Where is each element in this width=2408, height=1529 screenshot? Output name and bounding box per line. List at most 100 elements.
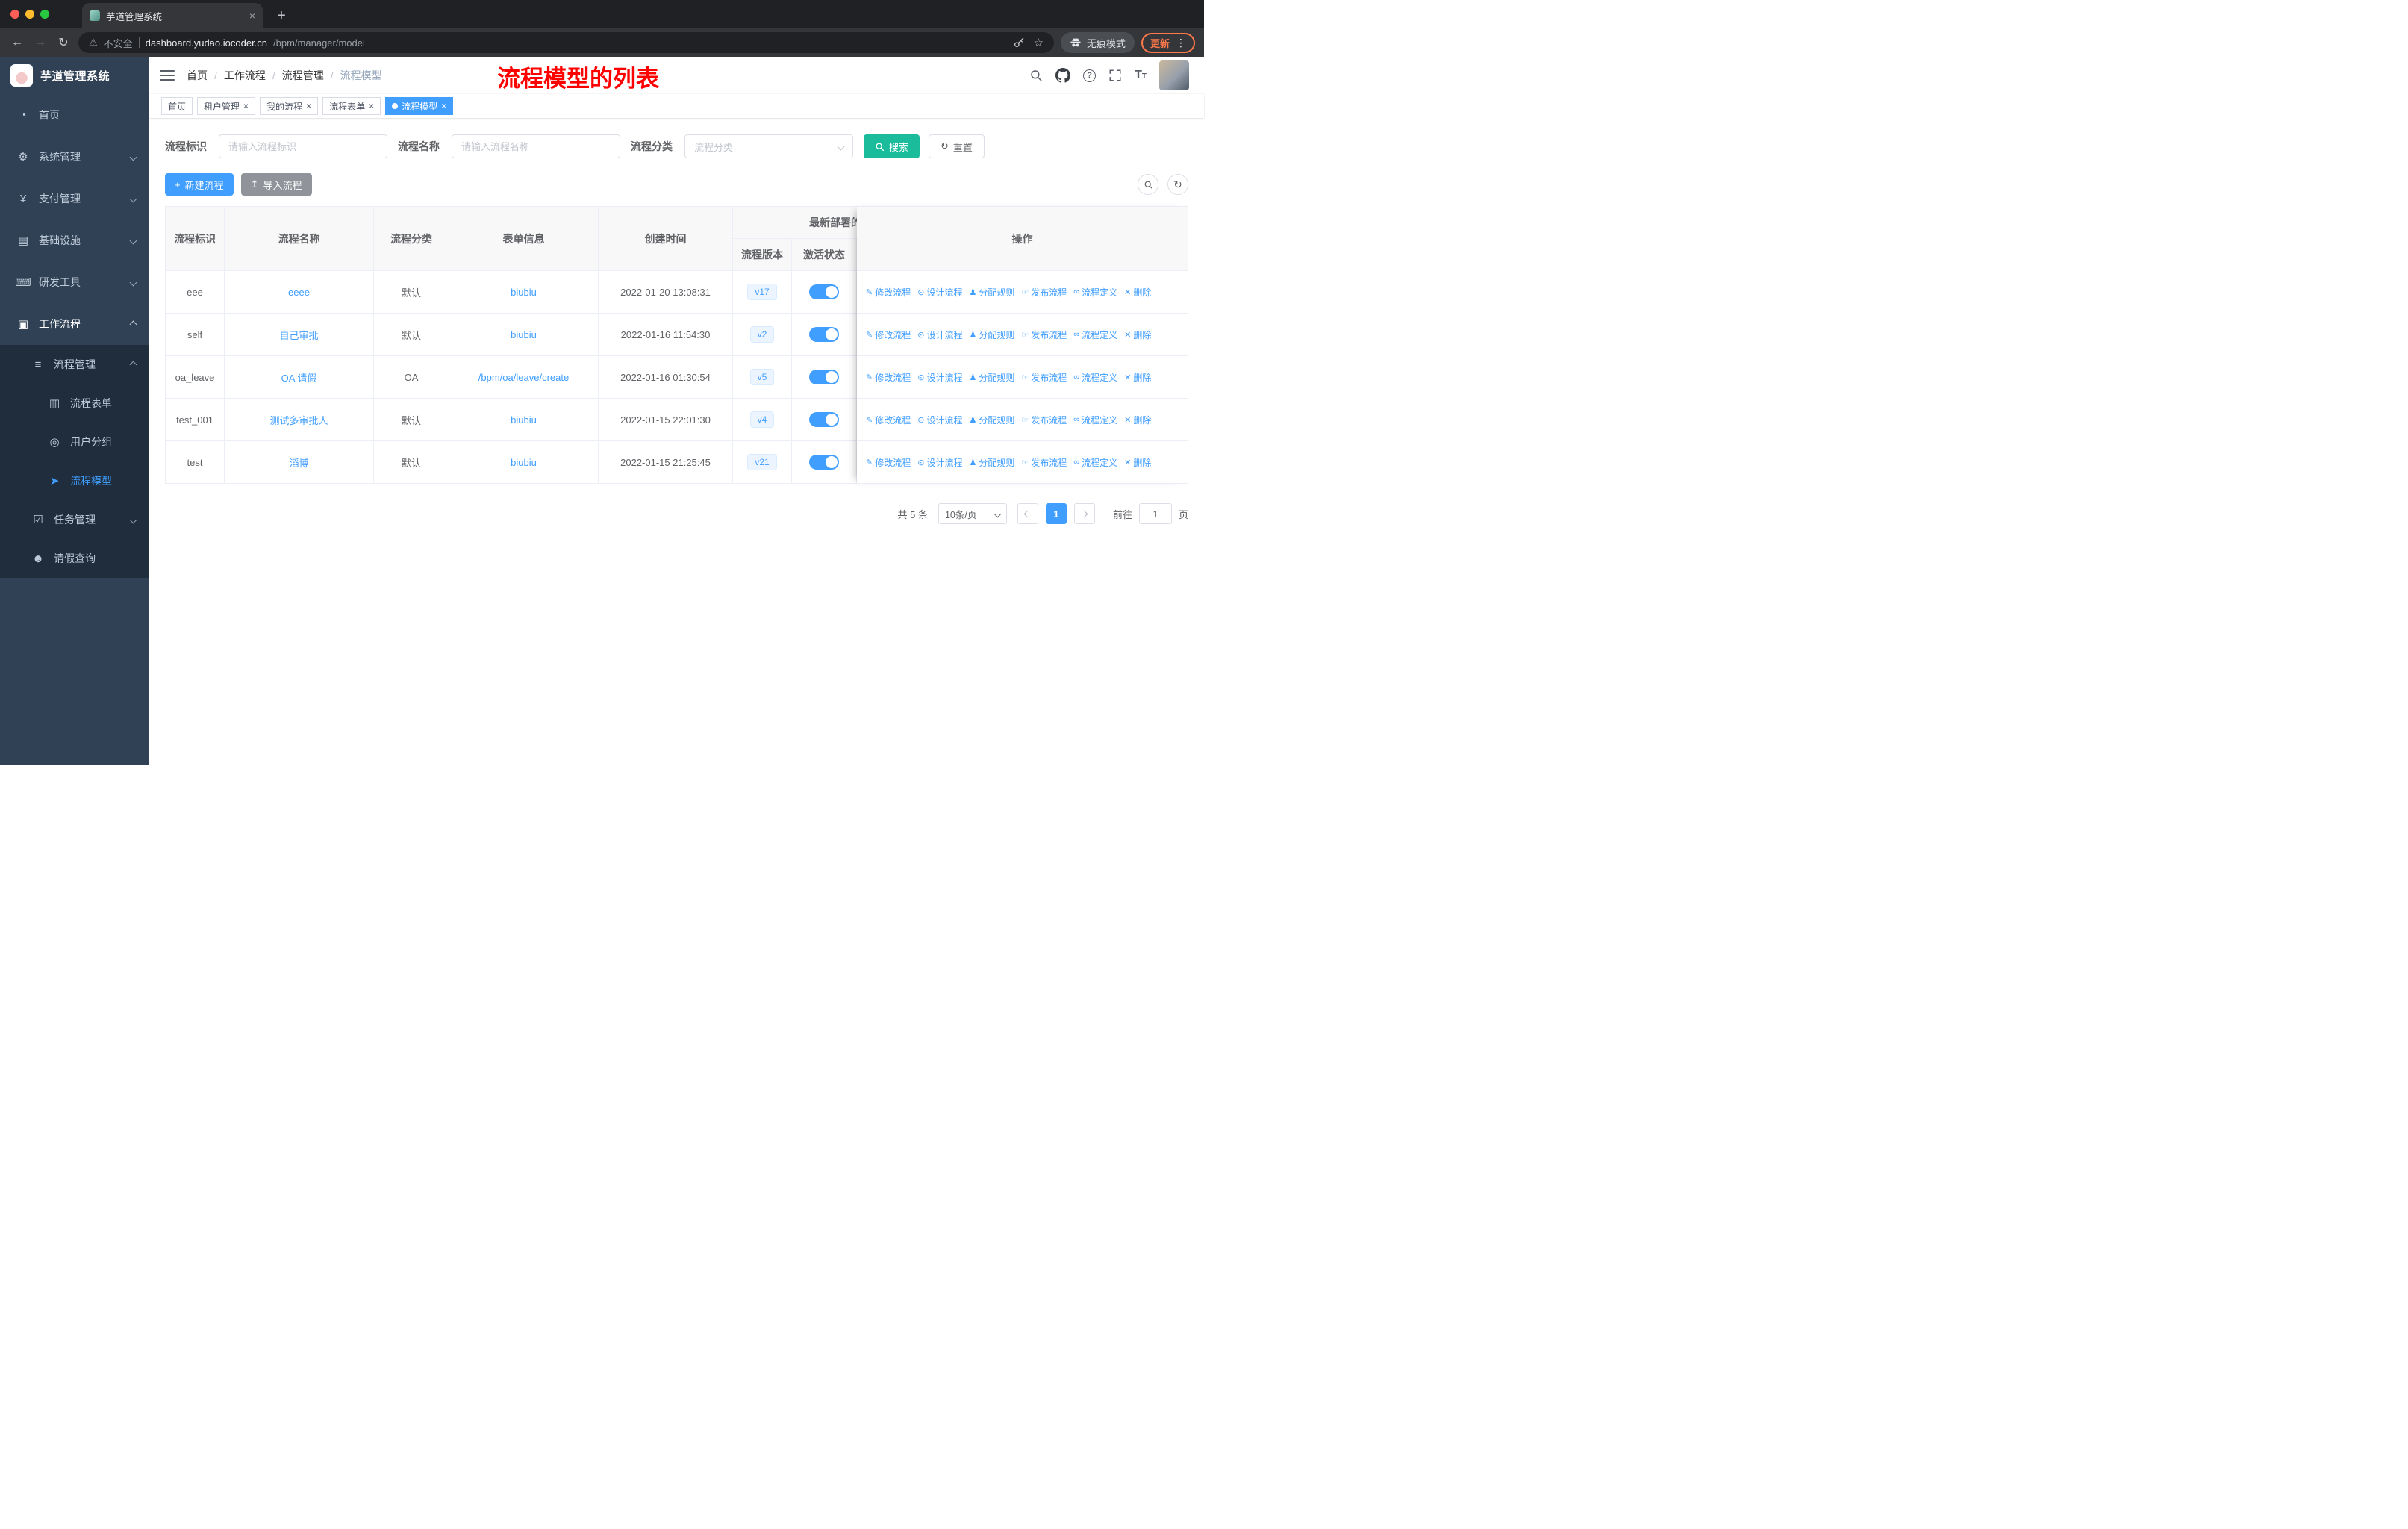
edit-process-link[interactable]: ✎ 修改流程	[866, 286, 911, 299]
process-definition-link[interactable]: ∞ 流程定义	[1073, 286, 1117, 299]
breadcrumb-item-1[interactable]: 工作流程	[224, 68, 266, 83]
sidebar-item-9[interactable]: ➤ 流程模型	[0, 461, 149, 500]
browser-menu-icon[interactable]: ⋮	[1176, 37, 1186, 49]
help-icon[interactable]: ?	[1083, 69, 1097, 82]
address-bar[interactable]: ⚠ 不安全 dashboard.yudao.iocoder.cn/bpm/man…	[78, 32, 1054, 53]
sidebar-item-3[interactable]: ▤ 基础设施	[0, 219, 149, 261]
page-1-button[interactable]: 1	[1045, 503, 1067, 524]
form-link[interactable]: biubiu	[511, 329, 537, 340]
delete-process-link[interactable]: ✕ 删除	[1124, 414, 1151, 426]
breadcrumb-item-0[interactable]: 首页	[187, 68, 208, 83]
forward-icon[interactable]: →	[32, 36, 49, 49]
process-name-link[interactable]: eeee	[288, 287, 310, 298]
key-icon[interactable]	[1013, 37, 1025, 49]
process-definition-link[interactable]: ∞ 流程定义	[1073, 456, 1117, 469]
next-page-button[interactable]	[1073, 503, 1095, 524]
assign-rule-link[interactable]: ♟ 分配规则	[969, 371, 1014, 384]
search-button[interactable]: 搜索	[864, 134, 920, 158]
delete-process-link[interactable]: ✕ 删除	[1124, 286, 1151, 299]
sidebar-item-8[interactable]: ◎ 用户分组	[0, 423, 149, 461]
edit-process-link[interactable]: ✎ 修改流程	[866, 371, 911, 384]
collapse-sidebar-icon[interactable]	[160, 70, 175, 81]
toggle-search-button[interactable]	[1138, 174, 1158, 195]
process-name-link[interactable]: OA 请假	[281, 373, 317, 384]
process-name-link[interactable]: 测试多审批人	[269, 415, 328, 426]
user-avatar[interactable]	[1159, 60, 1189, 90]
sidebar-item-4[interactable]: ⌨ 研发工具	[0, 261, 149, 303]
sidebar-item-11[interactable]: ☻ 请假查询	[0, 539, 149, 578]
design-process-link[interactable]: ⊙ 设计流程	[917, 414, 962, 426]
form-link[interactable]: biubiu	[511, 457, 537, 468]
assign-rule-link[interactable]: ♟ 分配规则	[969, 414, 1014, 426]
close-icon[interactable]: ×	[441, 101, 446, 111]
fullscreen-icon[interactable]	[1108, 69, 1122, 82]
publish-process-link[interactable]: ☞ 发布流程	[1021, 456, 1067, 469]
bookmark-star-icon[interactable]: ☆	[1034, 36, 1044, 49]
edit-process-link[interactable]: ✎ 修改流程	[866, 328, 911, 341]
process-id-input[interactable]	[219, 134, 387, 158]
goto-page-input[interactable]	[1138, 503, 1172, 524]
search-icon[interactable]	[1029, 69, 1043, 82]
tagsview-tag-1[interactable]: 租户管理 ×	[197, 97, 256, 115]
delete-process-link[interactable]: ✕ 删除	[1124, 456, 1151, 469]
form-link[interactable]: /bpm/oa/leave/create	[478, 372, 569, 383]
activation-toggle[interactable]	[809, 284, 839, 299]
close-icon[interactable]: ×	[306, 101, 311, 111]
publish-process-link[interactable]: ☞ 发布流程	[1021, 328, 1067, 341]
import-process-button[interactable]: ↥ 导入流程	[240, 173, 312, 196]
github-icon[interactable]	[1055, 68, 1071, 83]
new-tab-button[interactable]: +	[272, 7, 291, 25]
assign-rule-link[interactable]: ♟ 分配规则	[969, 286, 1014, 299]
refresh-table-button[interactable]: ↻	[1167, 174, 1188, 195]
breadcrumb-item-2[interactable]: 流程管理	[282, 68, 324, 83]
process-name-link[interactable]: 自己审批	[279, 330, 318, 341]
process-definition-link[interactable]: ∞ 流程定义	[1073, 414, 1117, 426]
assign-rule-link[interactable]: ♟ 分配规则	[969, 328, 1014, 341]
sidebar-item-0[interactable]: ◔ 首页	[0, 94, 149, 136]
edit-process-link[interactable]: ✎ 修改流程	[866, 414, 911, 426]
edit-process-link[interactable]: ✎ 修改流程	[866, 456, 911, 469]
tagsview-tag-3[interactable]: 流程表单 ×	[322, 97, 381, 115]
close-window-button[interactable]	[10, 10, 19, 19]
sidebar-item-7[interactable]: ▥ 流程表单	[0, 384, 149, 423]
design-process-link[interactable]: ⊙ 设计流程	[917, 456, 962, 469]
zoom-window-button[interactable]	[40, 10, 49, 19]
font-size-icon[interactable]: TT	[1135, 69, 1147, 82]
delete-process-link[interactable]: ✕ 删除	[1124, 328, 1151, 341]
prev-page-button[interactable]	[1017, 503, 1038, 524]
activation-toggle[interactable]	[809, 412, 839, 427]
update-button[interactable]: 更新 ⋮	[1141, 32, 1195, 53]
design-process-link[interactable]: ⊙ 设计流程	[917, 371, 962, 384]
tab-close-icon[interactable]: ×	[249, 10, 255, 22]
sidebar-item-10[interactable]: ☑ 任务管理	[0, 500, 149, 539]
browser-tab[interactable]: 芋道管理系统 ×	[82, 3, 263, 28]
minimize-window-button[interactable]	[25, 10, 34, 19]
process-definition-link[interactable]: ∞ 流程定义	[1073, 371, 1117, 384]
page-size-select[interactable]: 10条/页	[938, 503, 1007, 524]
publish-process-link[interactable]: ☞ 发布流程	[1021, 286, 1067, 299]
publish-process-link[interactable]: ☞ 发布流程	[1021, 414, 1067, 426]
design-process-link[interactable]: ⊙ 设计流程	[917, 286, 962, 299]
back-icon[interactable]: ←	[9, 36, 25, 49]
activation-toggle[interactable]	[809, 327, 839, 342]
close-icon[interactable]: ×	[369, 101, 374, 111]
tagsview-tag-2[interactable]: 我的流程 ×	[260, 97, 319, 115]
design-process-link[interactable]: ⊙ 设计流程	[917, 328, 962, 341]
incognito-chip[interactable]: 无痕模式	[1060, 32, 1135, 53]
form-link[interactable]: biubiu	[511, 287, 537, 298]
delete-process-link[interactable]: ✕ 删除	[1124, 371, 1151, 384]
process-definition-link[interactable]: ∞ 流程定义	[1073, 328, 1117, 341]
sidebar-item-6[interactable]: ≡ 流程管理	[0, 345, 149, 384]
sidebar-item-5[interactable]: ▣ 工作流程	[0, 303, 149, 345]
assign-rule-link[interactable]: ♟ 分配规则	[969, 456, 1014, 469]
publish-process-link[interactable]: ☞ 发布流程	[1021, 371, 1067, 384]
sidebar-item-2[interactable]: ¥ 支付管理	[0, 178, 149, 219]
reload-icon[interactable]: ↻	[55, 35, 72, 50]
form-link[interactable]: biubiu	[511, 414, 537, 426]
activation-toggle[interactable]	[809, 370, 839, 384]
process-name-input[interactable]	[452, 134, 620, 158]
sidebar-item-1[interactable]: ⚙ 系统管理	[0, 136, 149, 178]
tagsview-tag-4[interactable]: 流程模型 ×	[385, 97, 454, 115]
reset-button[interactable]: ↻ 重置	[929, 134, 985, 158]
create-process-button[interactable]: + 新建流程	[165, 173, 234, 196]
